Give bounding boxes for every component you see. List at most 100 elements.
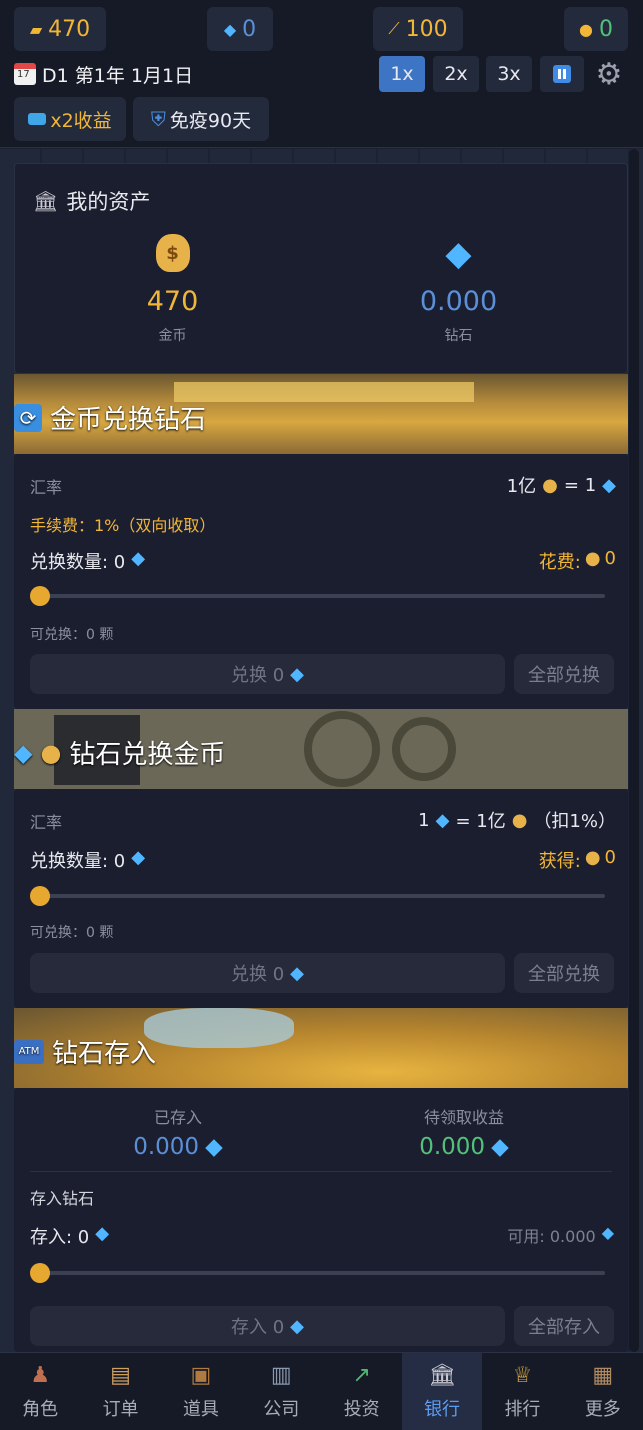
building-icon: ▥: [270, 1363, 292, 1388]
exchange-all-button[interactable]: 全部兑换: [514, 953, 614, 993]
nav-item-orders[interactable]: ▤ 订单: [80, 1353, 160, 1430]
nav-item-invest[interactable]: ↗ 投资: [322, 1353, 402, 1430]
diamond-icon: ◆: [95, 1223, 110, 1244]
diamond-icon: ◆: [290, 962, 305, 984]
game-date: D1 第1年 1月1日: [14, 60, 193, 88]
gold-resource[interactable]: ▰ 470: [14, 7, 106, 51]
gold-amount: 470: [48, 16, 91, 42]
refresh-icon: ⟳: [14, 403, 42, 432]
deposit-section-label: 存入钻石: [30, 1189, 95, 1208]
diamond-asset-value: 0.000: [419, 286, 498, 317]
bottom-nav: ♟ 角色 ▤ 订单 ▣ 道具 ▥ 公司 ↗ 投资 🏛 银行 ♕ 排行 ▦ 更多: [0, 1352, 643, 1430]
speed-2x-button[interactable]: 2x: [433, 56, 479, 92]
assets-title: 我的资产: [66, 190, 151, 214]
bank-icon: 🏛: [33, 189, 59, 213]
money-bag-icon: ●: [584, 548, 601, 569]
diamond-resource[interactable]: ◆ 0: [207, 7, 273, 51]
quantity-row: 兑换数量: 0 ◆: [30, 847, 145, 873]
exchange-slider-knob[interactable]: [30, 886, 50, 906]
rate-left: 1亿: [506, 476, 537, 497]
diamond-icon: ◆: [205, 1134, 223, 1160]
money-bag-icon: ●: [584, 847, 601, 868]
pending-label: 待领取收益: [423, 1108, 504, 1127]
diamond-asset: ◆ 0.000 钻石: [401, 234, 516, 345]
nav-label: 角色: [22, 1399, 59, 1420]
chest-icon: ▣: [190, 1363, 212, 1388]
money-bag-icon: $: [155, 234, 190, 272]
gain-value: 0: [604, 847, 616, 868]
nav-label: 道具: [182, 1399, 219, 1420]
nav-label: 订单: [102, 1399, 139, 1420]
energy-amount: 100: [405, 16, 448, 42]
deposit-all-button[interactable]: 全部存入: [514, 1306, 614, 1346]
pending-value: 0.000: [419, 1134, 486, 1160]
diamond-icon: ◆: [435, 809, 450, 831]
immunity-chip[interactable]: ⛨ 免疫90天: [133, 97, 269, 141]
coin-icon: ●: [579, 19, 593, 39]
exchange-all-button[interactable]: 全部兑换: [514, 654, 614, 694]
saved-label: 已存入: [153, 1108, 202, 1127]
deposit-slider-knob[interactable]: [30, 1263, 50, 1283]
available-text: 可兑换：0 颗: [30, 925, 114, 941]
energy-resource[interactable]: ⟋ 100: [373, 7, 463, 51]
date-text: D1 第1年 1月1日: [42, 64, 194, 87]
deposit-title: 钻石存入: [52, 1039, 157, 1069]
rate-left: 1: [418, 809, 430, 831]
exchange-rate: 1亿 ● = 1 ◆: [507, 472, 616, 498]
nav-item-more[interactable]: ▦ 更多: [563, 1353, 643, 1430]
speed-3x-button[interactable]: 3x: [486, 56, 532, 92]
gold-exchange-card: 汇率 1亿 ● = 1 ◆ 手续费：1%（双向收取） 兑换数量: 0 ◆ 花费:…: [14, 454, 628, 709]
diamond-icon: ◆: [290, 1315, 305, 1337]
gold-asset-value: 470: [146, 286, 199, 317]
quantity-row: 兑换数量: 0 ◆: [30, 548, 145, 574]
diamond-icon: ◆: [131, 847, 146, 868]
calendar-icon: [14, 63, 36, 85]
gold-asset-label: 金币: [158, 328, 187, 344]
clipboard-icon: ▤: [110, 1363, 131, 1388]
assets-header: 🏛 我的资产: [33, 186, 150, 216]
cost-value: 0: [604, 548, 616, 569]
money-bag-icon: ●: [40, 738, 62, 767]
nav-item-bank[interactable]: 🏛 银行: [401, 1353, 483, 1430]
scrollbar[interactable]: [629, 149, 639, 1352]
gold-bars-icon: ▰: [29, 19, 43, 39]
diamond-icon: ◆: [290, 663, 305, 685]
deposit-amount-row: 存入: 0 ◆: [30, 1223, 109, 1249]
chart-icon: ↗: [352, 1363, 371, 1388]
exchange-slider-track[interactable]: [40, 894, 605, 898]
cost-row: 花费: ● 0: [539, 548, 616, 574]
deposit-button[interactable]: 存入 0 ◆: [30, 1306, 505, 1346]
nav-item-ranking[interactable]: ♕ 排行: [482, 1353, 562, 1430]
nav-item-items[interactable]: ▣ 道具: [161, 1353, 241, 1430]
speed-1x-button[interactable]: 1x: [379, 56, 425, 92]
exchange-slider-track[interactable]: [40, 594, 605, 598]
quantity-label: 兑换数量: 0: [30, 552, 126, 573]
money-bag-icon: ●: [542, 474, 558, 496]
deposit-button-label: 存入 0: [230, 1317, 285, 1338]
bank-icon: 🏛: [428, 1363, 457, 1388]
income-boost-chip[interactable]: x2收益: [14, 97, 126, 141]
nav-label: 更多: [584, 1399, 621, 1420]
exchange-button[interactable]: 兑换 0 ◆: [30, 953, 505, 993]
nav-item-company[interactable]: ▥ 公司: [241, 1353, 321, 1430]
box-icon: ▦: [592, 1363, 614, 1388]
diamond-icon: ◆: [601, 1223, 614, 1242]
settings-button[interactable]: ⚙: [590, 56, 628, 92]
available-label: 可用: 0.000: [507, 1227, 596, 1246]
vault-light: [174, 382, 474, 402]
diamond-asset-label: 钻石: [444, 328, 473, 344]
nav-item-character[interactable]: ♟ 角色: [0, 1353, 80, 1430]
coin-resource[interactable]: ● 0: [564, 7, 628, 51]
coin-amount: 0: [598, 16, 613, 42]
exchange-button[interactable]: 兑换 0 ◆: [30, 654, 505, 694]
diamond-icon: ◆: [602, 474, 616, 496]
deposit-heading: ATM 钻石存入: [14, 1033, 156, 1070]
divider: [30, 1171, 612, 1172]
pause-button[interactable]: [540, 56, 584, 92]
exchange-slider-knob[interactable]: [30, 586, 50, 606]
deposit-slider-track[interactable]: [40, 1271, 605, 1275]
rate-tail: （扣1%）: [533, 811, 616, 832]
person-icon: ♟: [30, 1363, 51, 1388]
gain-row: 获得: ● 0: [539, 847, 616, 873]
diamond-icon: ◆: [131, 548, 146, 569]
